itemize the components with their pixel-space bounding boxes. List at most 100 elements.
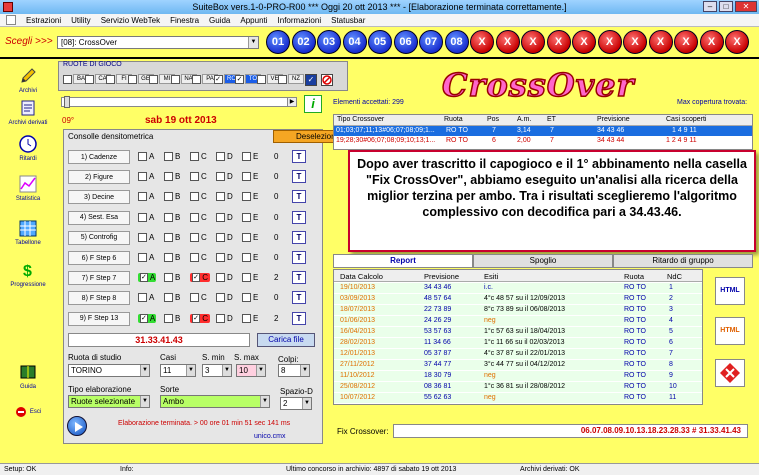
tab-ritardo-di-gruppo[interactable]: Ritardo di gruppo (613, 254, 753, 268)
ruota-checkbox[interactable] (192, 74, 201, 84)
table-row[interactable]: 01;03;07;11;13#06;07;08;09;1... RO TO 7 … (334, 126, 752, 136)
slider-thumb[interactable] (64, 96, 70, 108)
filter-button[interactable]: 6) F Step 6 (68, 251, 130, 265)
column-header[interactable]: Esiti (484, 272, 498, 281)
option-checkbox[interactable] (242, 273, 251, 283)
table-row[interactable]: 18/07/2013 22 73 89 8°c 73 89 su il 06/08/… (334, 305, 702, 315)
option-checkbox[interactable] (138, 293, 147, 303)
option-checkbox[interactable] (138, 232, 147, 242)
column-header[interactable]: A.m. (517, 116, 531, 123)
module-slot-empty[interactable]: X (572, 30, 596, 54)
carica-file-button[interactable]: Carica file (257, 333, 315, 347)
module-button-03[interactable]: 03 (317, 30, 341, 54)
option-checkbox[interactable] (138, 192, 147, 202)
table-row[interactable]: 12/01/2013 05 37 87 4°c 37 87 su il 22/01/… (334, 349, 702, 359)
filter-t-button[interactable]: T (292, 170, 306, 184)
ruota-checkbox[interactable] (84, 74, 94, 84)
menu-informazioni[interactable]: Informazioni (278, 16, 322, 25)
filter-option-c[interactable]: C (190, 192, 207, 202)
option-checkbox[interactable] (138, 172, 147, 182)
maximize-button[interactable]: □ (719, 1, 733, 12)
filter-option-b[interactable]: B (164, 293, 180, 303)
filter-option-d[interactable]: D (216, 212, 233, 222)
column-header[interactable]: ET (547, 116, 556, 123)
ruota-studio-select[interactable]: TORINO ▼ (68, 364, 150, 377)
module-slot-empty[interactable]: X (699, 30, 724, 54)
filter-button[interactable]: 4) Sest. Esa (68, 210, 130, 225)
module-select[interactable]: [08]: CrossOver ▼ (57, 36, 259, 49)
option-checkbox[interactable] (242, 212, 251, 222)
filter-option-c[interactable]: ✓ C (190, 273, 210, 283)
option-checkbox[interactable] (190, 192, 199, 202)
option-checkbox[interactable] (216, 232, 225, 242)
option-checkbox[interactable] (216, 273, 225, 283)
option-checkbox[interactable] (138, 253, 147, 262)
tipo-elaborazione-select[interactable]: Ruote selezionate ▼ (68, 395, 150, 408)
sidebar-statistica[interactable]: Statistica (2, 175, 54, 202)
ruota-checkbox[interactable]: ✓ (213, 74, 223, 84)
spazio-d-select[interactable]: 2 ▼ (280, 397, 312, 410)
menu-utility[interactable]: Utility (71, 16, 91, 25)
option-checkbox[interactable] (190, 152, 199, 161)
ruota-nz[interactable]: NZ (278, 73, 304, 85)
module-slot-empty[interactable]: X (495, 30, 520, 54)
menu-appunti[interactable]: Appunti (240, 16, 267, 25)
module-slot-empty[interactable]: X (725, 30, 749, 54)
filter-option-a[interactable]: A (138, 253, 154, 262)
table-row[interactable]: 19;28;30#06;07;08;09;10;13;1... RO TO 6 … (334, 136, 752, 146)
filter-option-e[interactable]: E (242, 273, 258, 283)
filter-option-e[interactable]: E (242, 192, 258, 202)
module-button-04[interactable]: 04 (342, 30, 367, 54)
filter-option-d[interactable]: D (216, 192, 233, 202)
filter-option-c[interactable]: C (190, 232, 207, 242)
close-button[interactable]: ✕ (735, 1, 757, 12)
option-checkbox[interactable] (216, 313, 225, 323)
module-slot-empty[interactable]: X (648, 30, 673, 54)
smax-select[interactable]: 10 ▼ (236, 364, 266, 377)
sidebar-esci[interactable]: Esci (2, 406, 54, 418)
column-header[interactable]: Ruota (624, 272, 644, 281)
ruota-checkbox[interactable] (127, 74, 137, 84)
column-header[interactable]: NdC (667, 272, 682, 281)
clear-all-icon[interactable] (321, 74, 333, 86)
filter-option-e[interactable]: E (242, 212, 258, 222)
ruota-checkbox[interactable] (170, 74, 180, 84)
column-header[interactable]: Ruota (444, 116, 463, 123)
filter-t-button[interactable]: T (292, 271, 306, 285)
menu-servizio-webtek[interactable]: Servizio WebTek (101, 16, 160, 25)
info-button[interactable]: i (304, 95, 322, 113)
option-checkbox[interactable] (164, 232, 173, 242)
option-checkbox[interactable] (216, 212, 225, 222)
menu-finestra[interactable]: Finestra (170, 16, 199, 25)
sidebar-ritardi[interactable]: Ritardi (2, 135, 54, 162)
filter-option-a[interactable]: ✓ A (138, 313, 156, 323)
filter-option-e[interactable]: E (242, 253, 258, 262)
option-checkbox[interactable] (190, 172, 199, 182)
sidebar-guida[interactable]: Guida (2, 363, 54, 390)
table-row[interactable]: 11/10/2012 18 30 79 neg RO TO 9 (334, 371, 702, 381)
filter-option-b[interactable]: B (164, 192, 180, 202)
menu-estrazioni[interactable]: Estrazioni (26, 16, 61, 25)
module-button-01[interactable]: 01 (266, 30, 290, 54)
filter-option-b[interactable]: B (164, 273, 180, 283)
filter-option-c[interactable]: C (190, 172, 207, 182)
filter-option-b[interactable]: B (164, 232, 180, 242)
module-button-02[interactable]: 02 (291, 30, 316, 54)
delete-button[interactable] (715, 359, 745, 387)
sidebar-progressione[interactable]: $ Progressione (2, 261, 54, 288)
filter-button[interactable]: 9) F Step 13 (68, 311, 130, 326)
option-checkbox[interactable]: ✓ (140, 313, 148, 323)
filter-button[interactable]: 8) F Step 8 (68, 291, 130, 306)
ruota-checkbox[interactable]: ✓ (235, 74, 244, 84)
filter-option-a[interactable]: A (138, 192, 154, 202)
filter-button[interactable]: 7) F Step 7 (68, 271, 130, 286)
ruota-checkbox[interactable] (63, 74, 72, 84)
module-slot-empty[interactable]: X (597, 30, 622, 54)
extraction-slider[interactable]: ▶ (61, 96, 297, 108)
filter-option-a[interactable]: ✓ A (138, 273, 156, 283)
filter-option-d[interactable]: D (216, 152, 233, 161)
filter-option-c[interactable]: C (190, 152, 207, 161)
sidebar-tabellone[interactable]: Tabellone (2, 219, 54, 246)
terzina-field[interactable]: 31.33.41.43 (68, 333, 250, 347)
filter-option-c[interactable]: C (190, 293, 207, 303)
